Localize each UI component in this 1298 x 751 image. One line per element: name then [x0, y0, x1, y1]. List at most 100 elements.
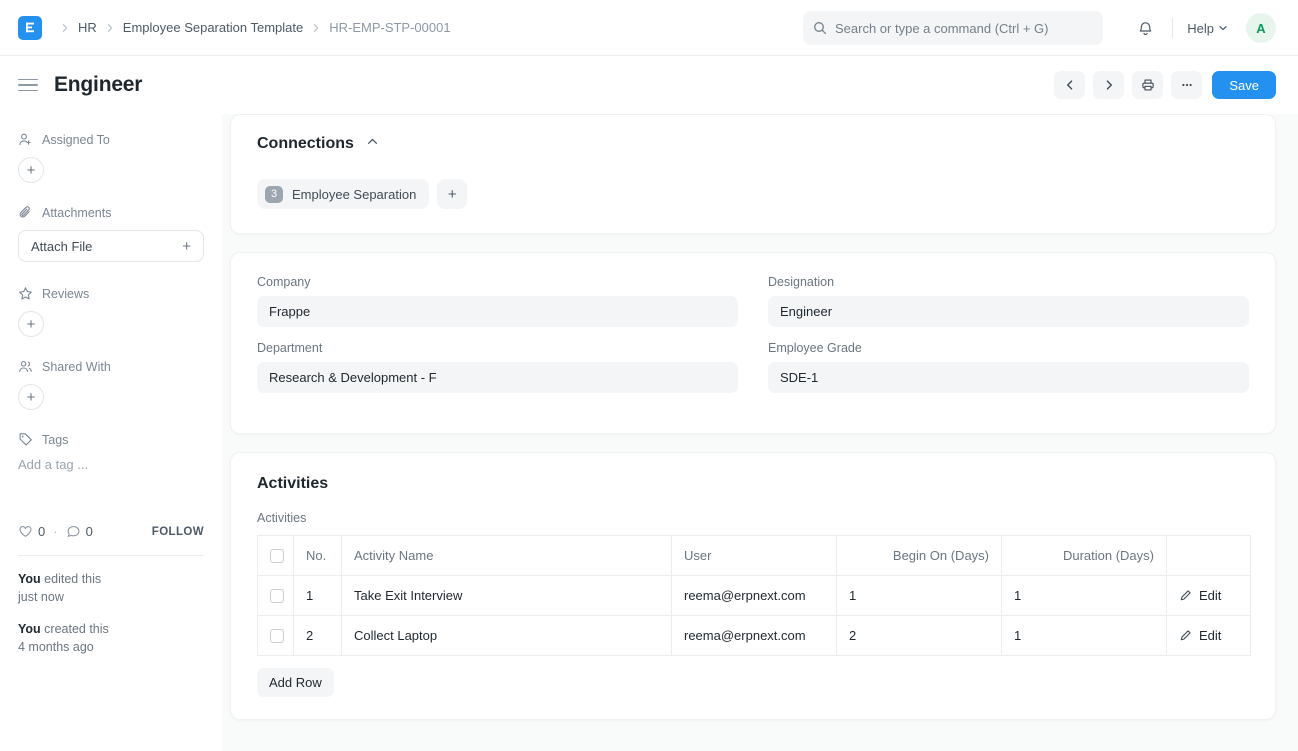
- designation-input[interactable]: [768, 296, 1249, 327]
- pencil-icon: [1179, 629, 1192, 642]
- pencil-icon: [1179, 589, 1192, 602]
- activity-log-item: You created this 4 months ago: [18, 620, 204, 656]
- log-actor: You: [18, 572, 41, 586]
- cell-user[interactable]: reema@erpnext.com: [672, 576, 837, 616]
- page-body: Assigned To + Attachments Attach File +: [0, 114, 1298, 751]
- sidebar-toggle-icon[interactable]: [18, 79, 38, 92]
- sidebar-section-tags: Tags Add a tag ...: [18, 432, 204, 472]
- activities-card: Activities Activities No. Activity Name …: [230, 452, 1276, 720]
- form-grid: Company Designation Department Employee …: [257, 275, 1249, 407]
- add-connection-button[interactable]: +: [437, 179, 467, 209]
- cell-no: 1: [294, 576, 342, 616]
- log-time: just now: [18, 590, 64, 604]
- paperclip-icon: [18, 205, 33, 220]
- cell-begin-on[interactable]: 2: [837, 616, 1002, 656]
- print-button[interactable]: [1132, 71, 1163, 99]
- connection-chip-label: Employee Separation: [292, 187, 416, 202]
- field-label: Department: [257, 341, 738, 355]
- sidebar-section-reviews: Reviews +: [18, 286, 204, 337]
- add-assignment-button[interactable]: +: [18, 157, 44, 183]
- cell-duration[interactable]: 1: [1002, 616, 1167, 656]
- employee-grade-input[interactable]: [768, 362, 1249, 393]
- cell-edit[interactable]: Edit: [1167, 576, 1251, 616]
- breadcrumb-item-document-id: HR-EMP-STP-00001: [325, 20, 454, 35]
- like-button[interactable]: 0: [18, 524, 45, 539]
- sidebar-section-attachments: Attachments Attach File +: [18, 205, 204, 262]
- attach-file-button[interactable]: Attach File +: [18, 230, 204, 262]
- log-actor: You: [18, 622, 41, 636]
- sidebar: Assigned To + Attachments Attach File +: [0, 114, 222, 751]
- company-input[interactable]: [257, 296, 738, 327]
- add-review-button[interactable]: +: [18, 311, 44, 337]
- user-plus-icon: [18, 132, 33, 147]
- add-row-button[interactable]: Add Row: [257, 668, 334, 697]
- comment-button[interactable]: 0: [66, 524, 93, 539]
- breadcrumb-item-template[interactable]: Employee Separation Template: [119, 20, 307, 35]
- cell-activity-name[interactable]: Collect Laptop: [342, 616, 672, 656]
- global-search[interactable]: [803, 11, 1103, 45]
- edit-label: Edit: [1199, 628, 1221, 643]
- chevron-right-icon: [1103, 79, 1115, 91]
- avatar[interactable]: A: [1246, 13, 1276, 43]
- field-label: Company: [257, 275, 738, 289]
- cell-duration[interactable]: 1: [1002, 576, 1167, 616]
- breadcrumb-chevron-icon: [307, 23, 325, 33]
- social-stats-row: 0 · 0 FOLLOW: [18, 524, 204, 539]
- field-label: Designation: [768, 275, 1249, 289]
- connection-count-badge: 3: [265, 186, 283, 203]
- shared-with-header: Shared With: [18, 359, 204, 374]
- app-logo-icon[interactable]: [18, 16, 42, 40]
- table-row[interactable]: 1 Take Exit Interview reema@erpnext.com …: [258, 576, 1251, 616]
- row-checkbox[interactable]: [270, 589, 284, 603]
- attachments-header: Attachments: [18, 205, 204, 220]
- main-content: Connections 3 Employee Separation + Co: [222, 114, 1298, 751]
- connection-chip-employee-separation[interactable]: 3 Employee Separation: [257, 179, 429, 209]
- bell-icon: [1137, 20, 1154, 37]
- edit-row-button[interactable]: Edit: [1179, 588, 1238, 603]
- cell-begin-on[interactable]: 1: [837, 576, 1002, 616]
- tag-icon: [18, 432, 33, 447]
- help-menu[interactable]: Help: [1181, 17, 1234, 40]
- more-actions-button[interactable]: [1171, 71, 1202, 99]
- add-share-button[interactable]: +: [18, 384, 44, 410]
- notifications-button[interactable]: [1127, 14, 1164, 43]
- select-all-header: [258, 536, 294, 576]
- cell-edit[interactable]: Edit: [1167, 616, 1251, 656]
- comment-icon: [66, 524, 81, 539]
- column-header-user: User: [672, 536, 837, 576]
- attachments-label: Attachments: [42, 206, 111, 220]
- add-tag-input[interactable]: Add a tag ...: [18, 457, 204, 472]
- activities-section-title: Activities: [257, 475, 1249, 493]
- select-all-checkbox[interactable]: [270, 549, 284, 563]
- help-label: Help: [1187, 21, 1214, 36]
- row-checkbox[interactable]: [270, 629, 284, 643]
- department-input[interactable]: [257, 362, 738, 393]
- next-document-button[interactable]: [1093, 71, 1124, 99]
- breadcrumb-item-hr[interactable]: HR: [74, 20, 101, 35]
- cell-user[interactable]: reema@erpnext.com: [672, 616, 837, 656]
- assigned-to-header: Assigned To: [18, 132, 204, 147]
- heart-icon: [18, 524, 33, 539]
- log-action: edited this: [41, 572, 101, 586]
- field-department: Department: [257, 341, 738, 393]
- plus-icon: +: [182, 238, 191, 255]
- search-icon: [813, 21, 827, 35]
- connections-chip-row: 3 Employee Separation +: [257, 179, 1249, 209]
- edit-row-button[interactable]: Edit: [1179, 628, 1238, 643]
- like-count: 0: [38, 524, 45, 539]
- table-header-row: No. Activity Name User Begin On (Days) D…: [258, 536, 1251, 576]
- star-icon: [18, 286, 33, 301]
- chevron-down-icon: [1218, 23, 1228, 33]
- table-row[interactable]: 2 Collect Laptop reema@erpnext.com 2 1 E…: [258, 616, 1251, 656]
- follow-button[interactable]: FOLLOW: [152, 526, 204, 538]
- shared-with-label: Shared With: [42, 360, 111, 374]
- collapse-chevron-up-icon[interactable]: [366, 135, 379, 153]
- details-form-card: Company Designation Department Employee …: [230, 252, 1276, 434]
- column-header-no: No.: [294, 536, 342, 576]
- search-input[interactable]: [835, 21, 1093, 36]
- cell-activity-name[interactable]: Take Exit Interview: [342, 576, 672, 616]
- save-button[interactable]: Save: [1212, 71, 1276, 99]
- field-label: Employee Grade: [768, 341, 1249, 355]
- previous-document-button[interactable]: [1054, 71, 1085, 99]
- tags-header: Tags: [18, 432, 204, 447]
